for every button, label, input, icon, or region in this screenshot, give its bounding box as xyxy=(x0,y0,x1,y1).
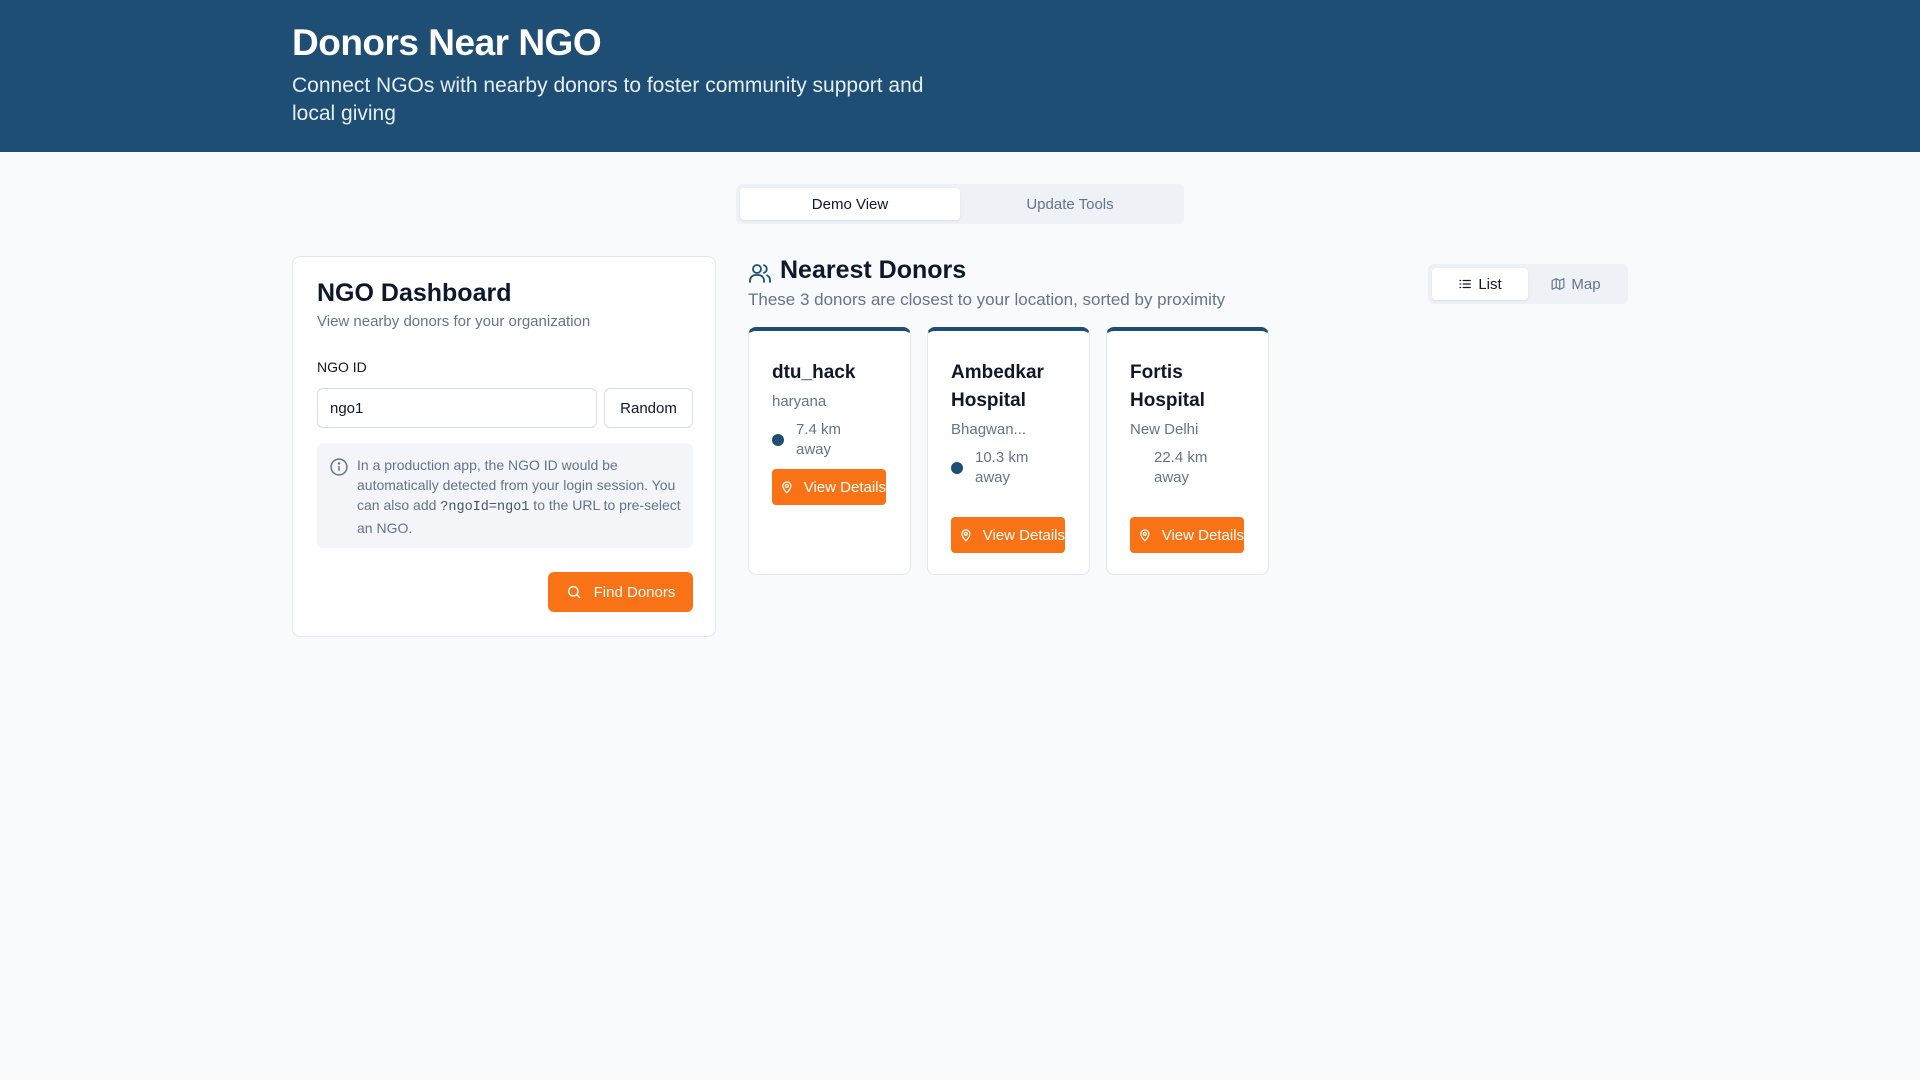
dashboard-title: NGO Dashboard xyxy=(317,279,512,307)
view-details-label: View Details xyxy=(803,478,886,496)
ngo-dashboard-card: NGO Dashboard View nearby donors for you… xyxy=(292,256,716,637)
map-pin-icon xyxy=(961,529,971,542)
view-details-label: View Details xyxy=(1161,526,1244,544)
distance-dot-icon xyxy=(1130,462,1142,474)
dashboard-subtitle: View nearby donors for your organization xyxy=(317,313,591,330)
view-details-button[interactable]: View Details xyxy=(951,517,1065,553)
donor-distance: 22.4 km away xyxy=(1154,449,1208,486)
ngo-id-label: NGO ID xyxy=(317,359,367,375)
find-donors-button[interactable]: Find Donors xyxy=(548,572,693,612)
random-button[interactable]: Random xyxy=(604,388,693,428)
tab-demo-view[interactable]: Demo View xyxy=(740,188,960,220)
view-mode-tabs: Demo View Update Tools xyxy=(736,184,1184,224)
donor-distance-row: 22.4 km away xyxy=(1130,448,1234,488)
donor-distance-row: 7.4 km away xyxy=(772,420,876,460)
tab-update-tools[interactable]: Update Tools xyxy=(960,188,1180,220)
search-icon xyxy=(567,585,581,599)
page-subtitle: Connect NGOs with nearby donors to foste… xyxy=(292,74,924,125)
page-header: Donors Near NGO Connect NGOs with nearby… xyxy=(0,0,1920,152)
map-icon xyxy=(1551,278,1565,290)
find-donors-label: Find Donors xyxy=(593,583,676,601)
donor-card: Fortis Hospital New Delhi 22.4 km away V… xyxy=(1106,327,1269,575)
page-title: Donors Near NGO xyxy=(292,22,602,63)
donor-location: haryana xyxy=(772,393,827,410)
donor-name: Fortis Hospital xyxy=(1130,362,1205,411)
list-view-label: List xyxy=(1478,275,1502,293)
view-details-button[interactable]: View Details xyxy=(1130,517,1244,553)
map-pin-icon xyxy=(1140,529,1150,542)
info-box: In a production app, the NGO ID would be… xyxy=(317,443,693,548)
nearest-donors-subtitle: These 3 donors are closest to your locat… xyxy=(748,290,1226,309)
ngo-id-input[interactable] xyxy=(317,388,597,428)
map-view-button[interactable]: Map xyxy=(1528,268,1624,300)
nearest-donors-title: Nearest Donors xyxy=(780,256,967,284)
donor-distance-row: 10.3 km away xyxy=(951,448,1055,488)
donor-distance: 7.4 km away xyxy=(796,421,842,458)
donor-location: New Delhi xyxy=(1130,421,1199,438)
donor-card: dtu_hack haryana 7.4 km away View Detail… xyxy=(748,327,911,575)
distance-dot-icon xyxy=(951,462,963,474)
distance-dot-icon xyxy=(772,434,784,446)
list-icon xyxy=(1459,279,1472,289)
map-view-label: Map xyxy=(1571,275,1601,293)
donor-name: Ambedkar Hospital xyxy=(951,362,1044,411)
info-code: ?ngoId=ngo1 xyxy=(440,500,530,515)
info-text: In a production app, the NGO ID would be… xyxy=(357,457,681,536)
map-pin-icon xyxy=(782,481,792,494)
donor-name: dtu_hack xyxy=(772,362,856,383)
users-icon xyxy=(749,264,771,283)
list-view-button[interactable]: List xyxy=(1432,268,1528,300)
list-map-toggle: List Map xyxy=(1428,264,1628,304)
view-details-button[interactable]: View Details xyxy=(772,469,886,505)
info-icon xyxy=(330,458,348,476)
donor-location: Bhagwan... xyxy=(951,421,1027,438)
donor-distance: 10.3 km away xyxy=(975,449,1029,486)
donor-card: Ambedkar Hospital Bhagwan... 10.3 km awa… xyxy=(927,327,1090,575)
view-details-label: View Details xyxy=(982,526,1065,544)
